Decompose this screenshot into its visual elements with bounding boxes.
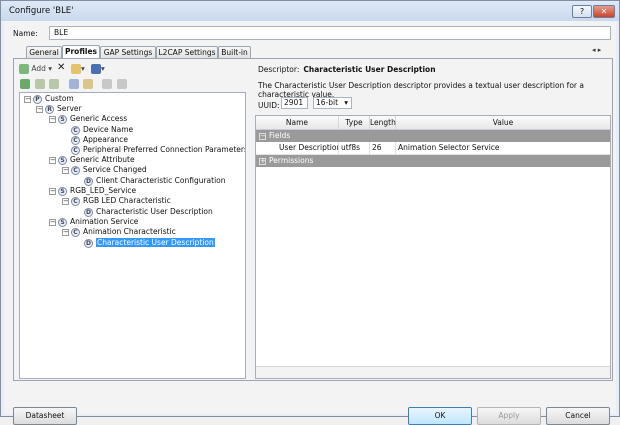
grid-description-area: [256, 366, 610, 378]
expand-toggle[interactable]: +: [259, 157, 266, 165]
move-down-icon[interactable]: [49, 79, 59, 89]
table-row[interactable]: User Description utf8s 26 Animation Sele…: [256, 142, 610, 155]
tree-node-generic-attribute[interactable]: S Generic Attribute: [58, 155, 135, 165]
role-icon: R: [45, 104, 54, 114]
descriptor-heading: Descriptor: Characteristic User Descripti…: [258, 65, 436, 74]
title-bar: Configure 'BLE' ? ✕: [1, 1, 619, 21]
chevron-down-icon: ▾: [344, 98, 348, 107]
tree-node-device-name[interactable]: C Device Name: [71, 125, 133, 135]
dialog-body: Name: BLE General Profiles GAP Settings …: [4, 21, 616, 425]
service-icon: S: [58, 155, 67, 165]
descriptor-icon: D: [84, 176, 93, 186]
name-input[interactable]: BLE: [49, 26, 611, 40]
group-fields[interactable]: − Fields: [256, 130, 610, 142]
row-name-cell: User Description: [266, 142, 339, 154]
service-icon: S: [58, 217, 67, 227]
tab-general[interactable]: General: [26, 46, 62, 58]
profiles-panel: Add ▾ ✕ ▾ ▾ − P Custom − R Server − S Ge…: [13, 58, 613, 381]
tree-node-rgb-cud[interactable]: D Characteristic User Description: [84, 207, 213, 217]
column-length-header[interactable]: Length: [370, 116, 396, 129]
row-value-cell[interactable]: Animation Selector Service: [396, 142, 610, 154]
collapse-toggle[interactable]: −: [49, 219, 56, 226]
name-label: Name:: [13, 29, 38, 38]
collapse-all-icon[interactable]: [117, 79, 127, 89]
column-name-header[interactable]: Name: [256, 116, 339, 129]
descriptor-editor: Descriptor: Characteristic User Descripti…: [255, 61, 611, 379]
grid-header: Name Type Length Value: [256, 116, 610, 130]
tab-scroll-arrows[interactable]: ◂ ▸: [592, 46, 601, 54]
descriptor-icon: D: [84, 207, 93, 217]
collapse-toggle[interactable]: −: [49, 188, 56, 195]
collapse-toggle[interactable]: −: [62, 229, 69, 236]
tree-node-service-changed[interactable]: C Service Changed: [71, 165, 147, 175]
tree-node-cccd[interactable]: D Client Characteristic Configuration: [84, 176, 226, 186]
open-folder-button[interactable]: ▾: [71, 62, 85, 75]
characteristic-icon: C: [71, 145, 80, 155]
move-up-icon[interactable]: [35, 79, 45, 89]
import-icon[interactable]: [20, 79, 30, 89]
add-button[interactable]: Add ▾: [19, 62, 52, 75]
characteristic-icon: C: [71, 196, 80, 206]
group-permissions[interactable]: + Permissions: [256, 155, 610, 167]
tree-node-custom[interactable]: P Custom: [33, 94, 74, 104]
uuid-size-select[interactable]: 16-bit ▾: [313, 97, 352, 109]
tab-profiles[interactable]: Profiles: [62, 45, 100, 58]
collapse-toggle[interactable]: −: [36, 106, 43, 113]
characteristic-icon: C: [71, 165, 80, 175]
row-length-cell: 26: [370, 142, 396, 154]
tab-gap-settings[interactable]: GAP Settings: [100, 46, 156, 58]
uuid-label: UUID:: [258, 101, 280, 110]
ok-button[interactable]: OK: [408, 407, 472, 425]
paste-icon[interactable]: [83, 79, 93, 89]
collapse-toggle[interactable]: −: [49, 116, 56, 123]
uuid-input[interactable]: 2901: [281, 97, 308, 109]
close-button[interactable]: ✕: [593, 5, 615, 18]
save-icon: [91, 64, 101, 74]
window-title: Configure 'BLE': [9, 6, 74, 16]
configure-dialog: Configure 'BLE' ? ✕ Name: BLE General Pr…: [0, 0, 620, 425]
collapse-toggle[interactable]: −: [49, 157, 56, 164]
folder-icon: [71, 64, 81, 74]
add-icon: [19, 64, 29, 74]
profile-icon: P: [33, 94, 42, 104]
collapse-toggle[interactable]: −: [62, 198, 69, 205]
tree-node-generic-access[interactable]: S Generic Access: [58, 114, 127, 124]
tree-node-appearance[interactable]: C Appearance: [71, 135, 128, 145]
expand-all-icon[interactable]: [102, 79, 112, 89]
descriptor-icon: D: [84, 238, 93, 248]
tab-l2cap-settings[interactable]: L2CAP Settings: [156, 46, 218, 58]
tree-node-animation-service[interactable]: S Animation Service: [58, 217, 138, 227]
tree-node-server[interactable]: R Server: [45, 104, 82, 114]
tab-built-in[interactable]: Built-in: [218, 46, 251, 58]
collapse-toggle[interactable]: −: [259, 132, 266, 140]
row-type-cell: utf8s: [339, 142, 370, 154]
collapse-toggle[interactable]: −: [24, 96, 31, 103]
tree-node-animation-characteristic[interactable]: C Animation Characteristic: [71, 227, 176, 237]
characteristic-icon: C: [71, 125, 80, 135]
profile-tree: − P Custom − R Server − S Generic Access CD…: [19, 92, 246, 379]
descriptor-description: The Characteristic User Description desc…: [258, 81, 584, 99]
column-value-header[interactable]: Value: [396, 116, 610, 129]
datasheet-button[interactable]: Datasheet: [13, 407, 77, 425]
cancel-button[interactable]: Cancel: [546, 407, 610, 425]
delete-button[interactable]: ✕: [57, 61, 65, 74]
characteristic-icon: C: [71, 227, 80, 237]
tree-node-rgb-characteristic[interactable]: C RGB LED Characteristic: [71, 196, 171, 206]
apply-button[interactable]: Apply: [477, 407, 541, 425]
column-type-header[interactable]: Type: [339, 116, 370, 129]
help-button[interactable]: ?: [572, 5, 592, 18]
tree-node-animation-cud[interactable]: D Characteristic User Description: [84, 238, 215, 248]
copy-icon[interactable]: [69, 79, 79, 89]
tree-node-ppcp[interactable]: C Peripheral Preferred Connection Paramet…: [71, 145, 245, 155]
service-icon: S: [58, 186, 67, 196]
tree-toolbar: Add ▾ ✕ ▾ ▾: [17, 61, 250, 93]
property-grid: Name Type Length Value − Fields User Desc…: [255, 115, 611, 379]
tree-node-rgb-service[interactable]: S RGB_LED_Service: [58, 186, 136, 196]
service-icon: S: [58, 114, 67, 124]
save-button[interactable]: ▾: [91, 62, 105, 75]
collapse-toggle[interactable]: −: [62, 167, 69, 174]
characteristic-icon: C: [71, 135, 80, 145]
